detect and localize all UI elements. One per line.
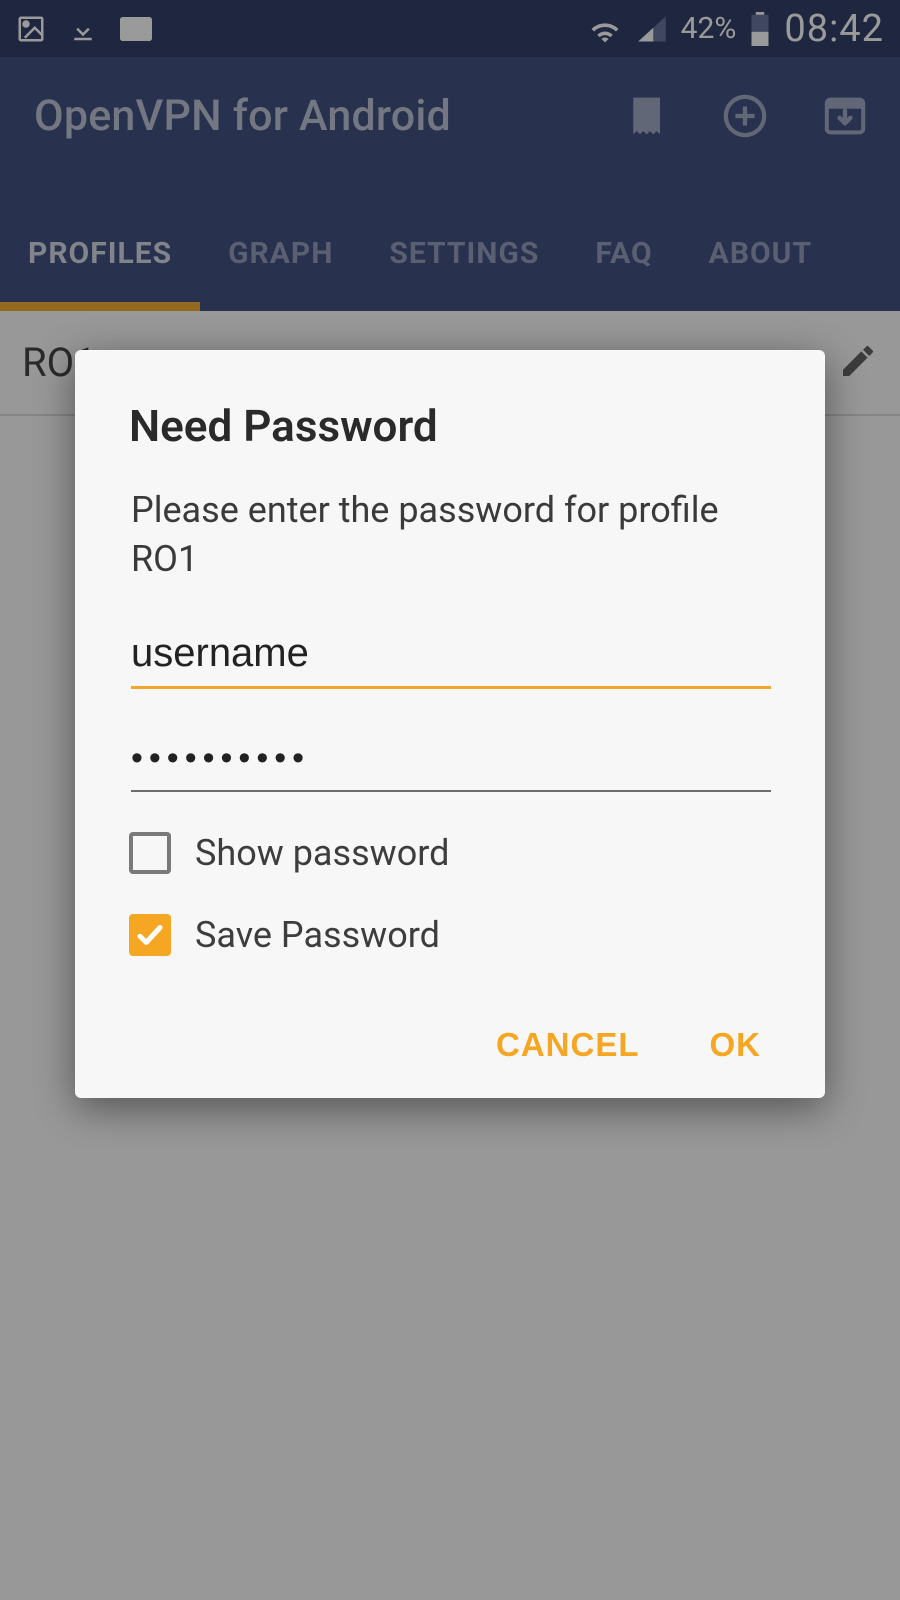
ok-button[interactable]: OK [710,1026,762,1064]
dialog-message: Please enter the password for profile RO… [129,486,771,583]
dialog-title: Need Password [129,400,771,452]
password-input[interactable] [131,709,771,792]
username-field-wrap [129,627,771,689]
cancel-button[interactable]: CANCEL [496,1026,640,1064]
password-field-wrap [129,709,771,792]
modal-overlay: Need Password Please enter the password … [0,0,900,1600]
username-input[interactable] [131,627,771,689]
show-password-row[interactable]: Show password [129,832,771,874]
password-dialog: Need Password Please enter the password … [75,350,825,1098]
save-password-label: Save Password [195,914,440,956]
save-password-row[interactable]: Save Password [129,914,771,956]
save-password-checkbox[interactable] [129,914,171,956]
dialog-actions: CANCEL OK [129,1026,771,1064]
show-password-checkbox[interactable] [129,832,171,874]
show-password-label: Show password [195,832,449,874]
